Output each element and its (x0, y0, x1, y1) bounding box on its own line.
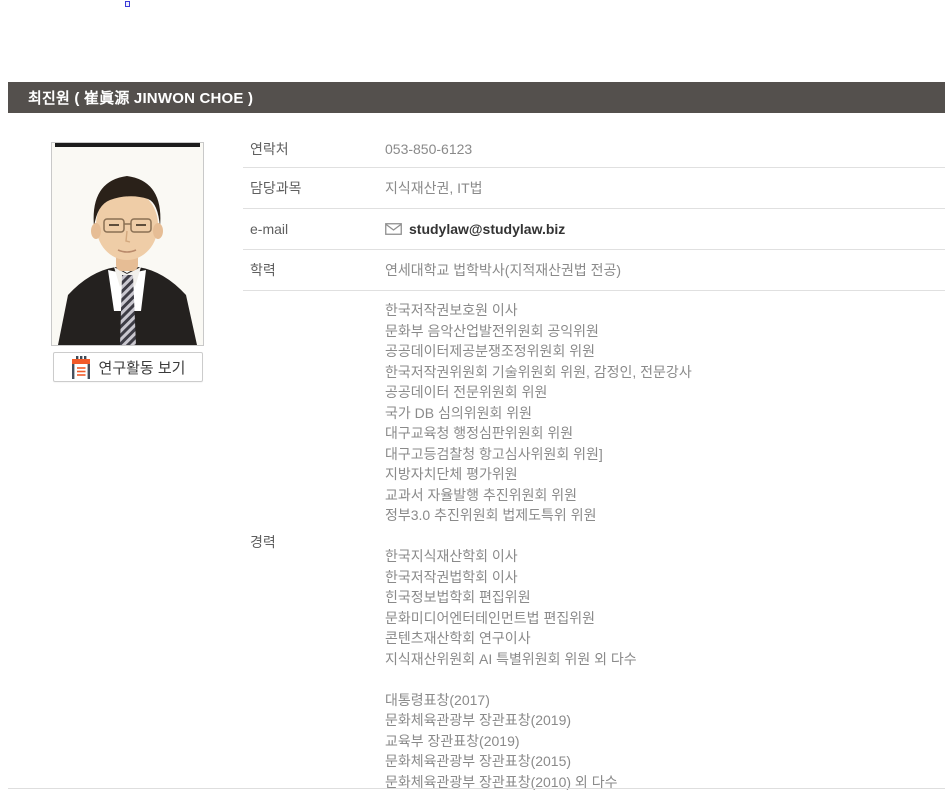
row-email: e-mail studylaw@studylaw.biz (243, 209, 945, 250)
contact-label: 연락처 (243, 131, 385, 167)
career-line: 국가 DB 심의위원회 위원 (385, 403, 945, 424)
career-line: 대구고등검찰청 항고심사위원회 위원] (385, 444, 945, 465)
bottom-divider (8, 788, 945, 789)
email-label: e-mail (243, 209, 385, 249)
career-line: 한국저작권보호원 이사 (385, 300, 945, 321)
career-line: 한국저작권법학회 이사 (385, 567, 945, 588)
career-line: 공공데이터제공분쟁조정위원회 위원 (385, 341, 945, 362)
career-line: 정부3.0 추진위원회 법제도특위 위원 (385, 505, 945, 526)
page-title: 최진원 ( 崔眞源 JINWON CHOE ) (28, 87, 253, 108)
research-activity-button-label: 연구활동 보기 (99, 357, 186, 378)
career-line: 공공데이터 전문위원회 위원 (385, 382, 945, 403)
career-line: 힌국정보법학회 편집위원 (385, 587, 945, 608)
email-link[interactable]: studylaw@studylaw.biz (385, 221, 565, 237)
research-activity-button[interactable]: 연구활동 보기 (53, 352, 203, 382)
envelope-icon (385, 223, 402, 235)
education-value: 연세대학교 법학박사(지적재산권법 전공) (385, 250, 945, 290)
profile-detail-table: 연락처 053-850-6123 담당과목 지식재산권, IT법 e-mail … (243, 131, 945, 792)
row-subjects: 담당과목 지식재산권, IT법 (243, 168, 945, 209)
career-lines: 한국저작권보호원 이사문화부 음악산업발전위원회 공익위원공공데이터제공분쟁조정… (385, 291, 945, 792)
career-line: 대통령표창(2017) (385, 690, 945, 711)
notepad-icon (71, 356, 91, 379)
subjects-value: 지식재산권, IT법 (385, 168, 945, 208)
career-line: 교육부 장관표창(2019) (385, 731, 945, 752)
career-line: 지방자치단체 평가위원 (385, 464, 945, 485)
career-line: 교과서 자율발행 추진위원회 위원 (385, 485, 945, 506)
row-education: 학력 연세대학교 법학박사(지적재산권법 전공) (243, 250, 945, 291)
portrait-photo-illustration (52, 143, 203, 345)
career-line: 대구교육청 행정심판위원회 위원 (385, 423, 945, 444)
education-label: 학력 (243, 250, 385, 290)
career-line: 한국지식재산학회 이사 (385, 546, 945, 567)
career-line: 문화체육관광부 장관표창(2015) (385, 751, 945, 772)
profile-title-bar: 최진원 ( 崔眞源 JINWON CHOE ) (8, 82, 945, 113)
row-contact: 연락처 053-850-6123 (243, 131, 945, 168)
subjects-label: 담당과목 (243, 168, 385, 208)
career-line (385, 669, 945, 690)
career-line: 문화부 음악산업발전위원회 공익위원 (385, 321, 945, 342)
career-line: 한국저작권위원회 기술위원회 위원, 감정인, 전문강사 (385, 362, 945, 383)
career-line: 지식재산위원회 AI 특별위원회 위원 외 다수 (385, 649, 945, 670)
broken-image-artifact (125, 1, 130, 7)
email-address: studylaw@studylaw.biz (409, 221, 565, 237)
career-line (385, 526, 945, 547)
career-line: 문화체육관광부 장관표창(2019) (385, 710, 945, 731)
row-career: 경력 한국저작권보호원 이사문화부 음악산업발전위원회 공익위원공공데이터제공분… (243, 291, 945, 792)
contact-value: 053-850-6123 (385, 131, 945, 167)
career-line: 콘텐츠재산학회 연구이사 (385, 628, 945, 649)
profile-photo (51, 142, 204, 346)
career-label: 경력 (243, 291, 385, 792)
career-line: 문화미디어엔터테인먼트법 편집위원 (385, 608, 945, 629)
